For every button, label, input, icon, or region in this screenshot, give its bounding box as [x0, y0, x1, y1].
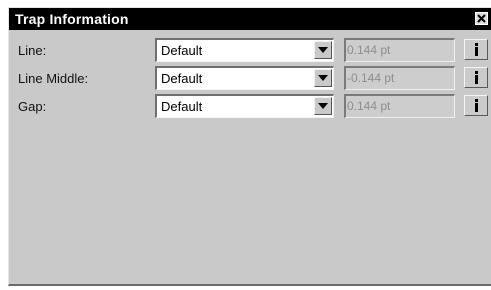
gap-dropdown-arrow[interactable]: [314, 97, 332, 115]
line-width-value: 0.144 pt: [347, 43, 391, 57]
gap-width-field[interactable]: 0.144 pt: [344, 94, 455, 118]
close-button[interactable]: [475, 12, 488, 25]
line-middle-label: Line Middle:: [18, 71, 89, 86]
info-icon: [465, 71, 487, 84]
gap-dropdown-value: Default: [161, 99, 203, 114]
line-middle-dropdown-arrow[interactable]: [314, 69, 332, 87]
line-dropdown-value: Default: [161, 43, 203, 58]
gap-info-button[interactable]: [464, 95, 488, 116]
info-icon: [465, 99, 487, 112]
triangle-down-icon: [315, 47, 331, 53]
gap-label: Gap:: [18, 99, 47, 114]
line-middle-width-value: -0.144 pt: [347, 71, 395, 85]
window-title: Trap Information: [15, 11, 129, 27]
line-info-button[interactable]: [464, 39, 488, 60]
line-middle-dropdown[interactable]: Default: [155, 66, 334, 90]
title-bar[interactable]: Trap Information: [9, 8, 491, 30]
line-middle-width-field[interactable]: -0.144 pt: [344, 66, 455, 90]
close-icon: [476, 13, 487, 24]
gap-dropdown[interactable]: Default: [155, 94, 334, 118]
line-middle-dropdown-value: Default: [161, 71, 203, 86]
row-line-middle: Line Middle: Default -0.144 pt: [9, 66, 491, 92]
line-dropdown[interactable]: Default: [155, 38, 334, 62]
info-icon: [465, 43, 487, 56]
gap-width-value: 0.144 pt: [347, 99, 391, 113]
line-label: Line:: [18, 43, 47, 58]
line-dropdown-arrow[interactable]: [314, 41, 332, 59]
trap-information-palette: Trap Information Line: Default 0.144 pt: [8, 7, 491, 286]
line-middle-info-button[interactable]: [464, 67, 488, 88]
row-gap: Gap: Default 0.144 pt: [9, 94, 491, 120]
line-width-field[interactable]: 0.144 pt: [344, 38, 455, 62]
triangle-down-icon: [315, 75, 331, 81]
triangle-down-icon: [315, 103, 331, 109]
row-line: Line: Default 0.144 pt: [9, 38, 491, 64]
